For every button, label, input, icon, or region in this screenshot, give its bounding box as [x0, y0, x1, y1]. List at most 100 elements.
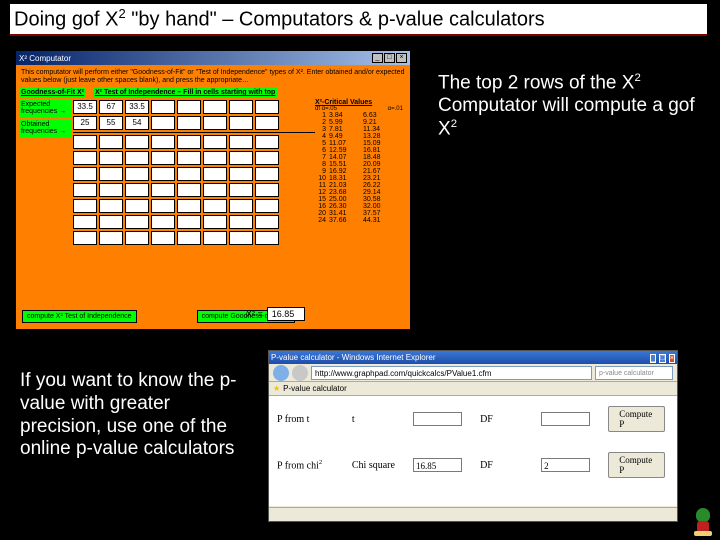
independence-cell[interactable]: [177, 135, 201, 149]
expected-cell[interactable]: 33.5: [73, 100, 97, 114]
independence-cell[interactable]: [125, 199, 149, 213]
independence-cell[interactable]: [99, 135, 123, 149]
tab-gof[interactable]: Goodness-of-Fit X²: [19, 88, 86, 97]
close-icon[interactable]: ×: [669, 354, 675, 363]
expected-cell[interactable]: [255, 100, 279, 114]
independence-cell[interactable]: [99, 215, 123, 229]
compute-p-chi2-button[interactable]: Compute P: [608, 452, 665, 478]
independence-cell[interactable]: [73, 199, 97, 213]
independence-cell[interactable]: [125, 231, 149, 245]
independence-cell[interactable]: [203, 199, 227, 213]
maximize-icon[interactable]: □: [384, 53, 395, 63]
independence-cell[interactable]: [177, 167, 201, 181]
independence-cell[interactable]: [177, 231, 201, 245]
obtained-cell[interactable]: [177, 116, 201, 130]
obtained-cell[interactable]: [203, 116, 227, 130]
crit-row: 1121.0326.22: [315, 182, 407, 189]
independence-cell[interactable]: [125, 167, 149, 181]
independence-cell[interactable]: [203, 231, 227, 245]
page-tab[interactable]: P-value calculator: [283, 384, 347, 393]
tab-independence[interactable]: X² Test of Independence – Fill in cells …: [93, 88, 277, 97]
back-icon[interactable]: [273, 365, 289, 381]
independence-cell[interactable]: [229, 215, 253, 229]
forward-icon[interactable]: [292, 365, 308, 381]
independence-cell[interactable]: [203, 215, 227, 229]
independence-cell[interactable]: [177, 183, 201, 197]
obtained-cell[interactable]: [255, 116, 279, 130]
chi2-df-input[interactable]: 2: [541, 458, 590, 472]
computator-instructions: This computator will perform either "Goo…: [19, 68, 407, 85]
independence-cell[interactable]: [229, 183, 253, 197]
obtained-cell[interactable]: [151, 116, 175, 130]
obtained-cell[interactable]: 54: [125, 116, 149, 130]
expected-cell[interactable]: [151, 100, 175, 114]
independence-cell[interactable]: [177, 151, 201, 165]
independence-cell[interactable]: [229, 199, 253, 213]
obtained-cell[interactable]: 25: [73, 116, 97, 130]
independence-cell[interactable]: [255, 135, 279, 149]
independence-cell[interactable]: [99, 183, 123, 197]
independence-cell[interactable]: [229, 151, 253, 165]
url-input[interactable]: http://www.graphpad.com/quickcalcs/PValu…: [311, 366, 592, 380]
independence-cell[interactable]: [151, 135, 175, 149]
independence-cell[interactable]: [229, 135, 253, 149]
independence-cell[interactable]: [255, 167, 279, 181]
independence-cell[interactable]: [73, 167, 97, 181]
minimize-icon[interactable]: _: [650, 354, 656, 363]
independence-cell[interactable]: [73, 215, 97, 229]
t-df-input[interactable]: [541, 412, 590, 426]
independence-cell[interactable]: [203, 167, 227, 181]
compute-p-t-button[interactable]: Compute P: [608, 406, 665, 432]
independence-cell[interactable]: [125, 215, 149, 229]
independence-cell[interactable]: [99, 199, 123, 213]
independence-cell[interactable]: [73, 231, 97, 245]
obtained-cell[interactable]: [229, 116, 253, 130]
crit-row: 714.0718.48: [315, 154, 407, 161]
independence-cell[interactable]: [151, 199, 175, 213]
independence-cell[interactable]: [151, 151, 175, 165]
independence-cell[interactable]: [151, 167, 175, 181]
independence-cell[interactable]: [255, 231, 279, 245]
independence-cell[interactable]: [203, 135, 227, 149]
independence-cell[interactable]: [177, 199, 201, 213]
expected-cell[interactable]: 67: [99, 100, 123, 114]
independence-cell[interactable]: [229, 167, 253, 181]
calc-row-chi2: P from chi2 Chi square 16.85 DF 2 Comput…: [277, 452, 669, 478]
maximize-icon[interactable]: □: [659, 354, 665, 363]
independence-cell[interactable]: [255, 183, 279, 197]
close-icon[interactable]: ×: [396, 53, 407, 63]
minimize-icon[interactable]: _: [372, 53, 383, 63]
independence-cell[interactable]: [255, 151, 279, 165]
independence-cell[interactable]: [73, 183, 97, 197]
expected-cell[interactable]: [177, 100, 201, 114]
independence-cell[interactable]: [73, 135, 97, 149]
browser-titlebar: P-value calculator - Windows Internet Ex…: [269, 351, 677, 364]
independence-cell[interactable]: [73, 151, 97, 165]
independence-cell[interactable]: [125, 183, 149, 197]
t-input[interactable]: [413, 412, 462, 426]
label-p-from-t: P from t: [277, 414, 334, 425]
compute-independence-button[interactable]: compute X² Test of Independence: [22, 310, 137, 323]
independence-cell[interactable]: [151, 183, 175, 197]
independence-cell[interactable]: [125, 151, 149, 165]
independence-cell[interactable]: [177, 215, 201, 229]
obtained-cell[interactable]: 55: [99, 116, 123, 130]
expected-cell[interactable]: 33.5: [125, 100, 149, 114]
independence-cell[interactable]: [229, 231, 253, 245]
independence-cell[interactable]: [203, 183, 227, 197]
browser-window: P-value calculator - Windows Internet Ex…: [268, 350, 678, 522]
chi2-input[interactable]: 16.85: [413, 458, 462, 472]
independence-cell[interactable]: [255, 199, 279, 213]
independence-cell[interactable]: [255, 215, 279, 229]
independence-cell[interactable]: [125, 135, 149, 149]
expected-cell[interactable]: [203, 100, 227, 114]
expected-cell[interactable]: [229, 100, 253, 114]
independence-cell[interactable]: [99, 151, 123, 165]
independence-cell[interactable]: [99, 231, 123, 245]
independence-cell[interactable]: [151, 231, 175, 245]
independence-cell[interactable]: [151, 215, 175, 229]
favorite-icon[interactable]: ★: [273, 384, 280, 393]
independence-cell[interactable]: [99, 167, 123, 181]
independence-cell[interactable]: [203, 151, 227, 165]
search-input[interactable]: p-value calculator: [595, 366, 673, 380]
